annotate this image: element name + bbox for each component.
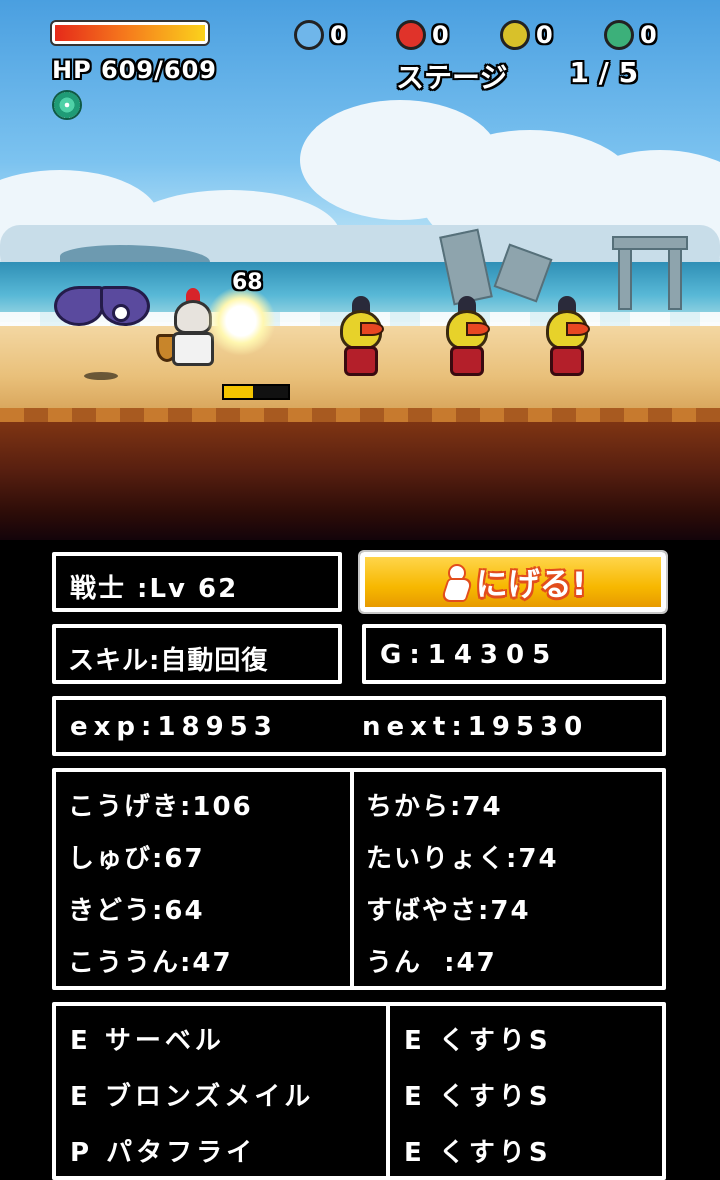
skill-text: スキル:自動回復 — [68, 646, 269, 676]
orb-count: 0 — [330, 21, 347, 49]
enemy-bird-warrior — [436, 296, 496, 380]
attack-gauge — [222, 384, 290, 400]
orb-counter-red: 0 — [396, 20, 449, 50]
stat-luck: うん :47 — [366, 948, 497, 978]
stage-indicator: ステージ 1 / 5 — [396, 56, 638, 96]
skill-panel: スキル:自動回復 — [52, 624, 342, 684]
exp-text: exp:18953 — [70, 712, 278, 742]
stats-divider — [350, 772, 354, 986]
stat-mobility: きどう:64 — [68, 896, 205, 926]
yellow-shield-orb-icon — [500, 20, 530, 50]
hp-bar — [52, 22, 208, 44]
battle-scene: 68 HP 609/609 0 0 0 0 ステージ 1 / 5 — [0, 0, 720, 540]
class-level-panel: 戦士 :Lv 62 — [52, 552, 342, 612]
flee-button-label: にげる! — [475, 565, 587, 603]
stat-stamina: たいりょく:74 — [366, 844, 559, 874]
attack-gauge-fill — [224, 386, 253, 398]
blue-drop-orb-icon — [294, 20, 324, 50]
stage-value: 1 / 5 — [569, 56, 639, 89]
stats-panel: こうげき:106 しゅび:67 きどう:64 こううん:47 ちから:74 たい… — [52, 768, 666, 990]
consumable-item[interactable]: E くすりS — [404, 1132, 552, 1169]
orb-count: 0 — [640, 21, 657, 49]
consumable-item[interactable]: E くすりS — [404, 1020, 552, 1057]
hit-flash — [206, 286, 276, 356]
class-level-text: 戦士 :Lv 62 — [70, 574, 239, 604]
consumable-item[interactable]: E くすりS — [404, 1076, 552, 1113]
exp-panel: exp:18953 next:19530 — [52, 696, 666, 756]
stat-strength: ちから:74 — [366, 792, 503, 822]
equip-item[interactable]: E サーベル — [70, 1020, 225, 1057]
hp-text: HP 609/609 — [52, 56, 217, 84]
orb-counter-green: 0 — [604, 20, 657, 50]
running-man-icon — [440, 564, 470, 600]
orb-count: 0 — [432, 21, 449, 49]
damage-number: 68 — [232, 270, 263, 295]
shadow — [84, 372, 118, 380]
green-potion-orb-icon — [604, 20, 634, 50]
stat-defense: しゅび:67 — [68, 844, 205, 874]
orb-counter-blue: 0 — [294, 20, 347, 50]
ruined-arch-leg — [668, 248, 682, 310]
enemy-bird-warrior — [330, 296, 390, 380]
equipment-panel: E サーベル E ブロンズメイル P パタフライ E くすりS E くすりS E… — [52, 1002, 666, 1180]
stat-attack: こうげき:106 — [68, 792, 253, 822]
hp-bar-fill — [55, 25, 205, 41]
orb-count: 0 — [536, 21, 553, 49]
regen-buff-icon — [52, 90, 82, 120]
ruined-arch-leg — [618, 248, 632, 310]
underground-soil — [0, 408, 720, 540]
equip-item[interactable]: P パタフライ — [70, 1132, 256, 1169]
gold-text: G:14305 — [380, 640, 559, 670]
next-exp-text: next:19530 — [362, 712, 589, 742]
flee-button[interactable]: にげる! — [360, 552, 666, 612]
enemy-bird-warrior — [536, 296, 596, 380]
equipment-divider — [386, 1006, 390, 1180]
enemy-bat — [54, 280, 150, 340]
orb-counter-yellow: 0 — [500, 20, 553, 50]
equip-item[interactable]: E ブロンズメイル — [70, 1076, 314, 1113]
gold-panel: G:14305 — [362, 624, 666, 684]
stage-label: ステージ — [396, 61, 508, 94]
red-sword-orb-icon — [396, 20, 426, 50]
stat-speed: すばやさ:74 — [366, 896, 531, 926]
stat-fortune: こううん:47 — [68, 948, 233, 978]
